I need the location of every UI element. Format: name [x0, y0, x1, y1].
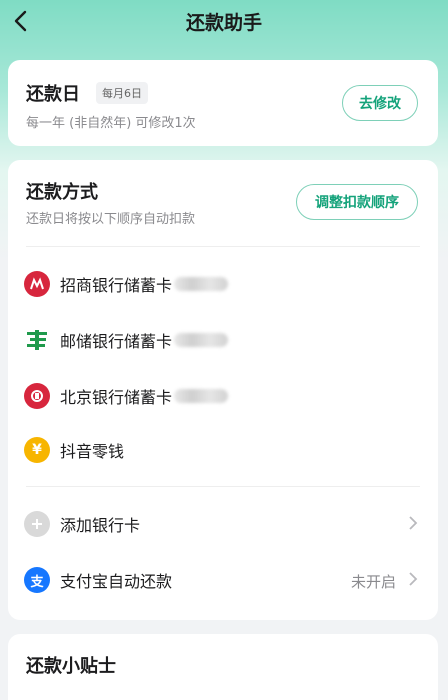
top-bar: 还款助手: [0, 0, 448, 44]
payment-item-cmb[interactable]: 招商银行储蓄卡: [8, 262, 438, 306]
payment-item-label: 邮储银行储蓄卡: [60, 332, 173, 351]
repayment-method-subtitle: 还款日将按以下顺序自动扣款: [26, 212, 196, 227]
bob-bank-icon: [24, 383, 50, 409]
alipay-status: 未开启: [350, 573, 396, 591]
chevron-right-icon: [409, 572, 418, 586]
add-bank-card-label: 添加银行卡: [60, 516, 141, 535]
repayment-tips-card: 还款小贴士: [8, 634, 438, 700]
repayment-method-card: 还款方式 还款日将按以下顺序自动扣款 调整扣款顺序 招商银行储蓄卡 邮储银行储蓄…: [8, 160, 438, 620]
repayment-day-card: 还款日 每月6日 每一年 (非自然年) 可修改1次 去修改: [8, 60, 438, 146]
payment-item-bob[interactable]: 北京银行储蓄卡: [8, 374, 438, 418]
payment-item-psbc[interactable]: 邮储银行储蓄卡: [8, 318, 438, 362]
yuan-coin-icon: ¥: [24, 437, 50, 463]
psbc-bank-icon: [24, 327, 50, 353]
card-number-blurred: [174, 333, 229, 347]
cmb-bank-icon: [24, 271, 50, 297]
repayment-day-badge: 每月6日: [96, 82, 148, 104]
payment-item-label: 北京银行储蓄卡: [60, 388, 173, 407]
repayment-tips-title: 还款小贴士: [26, 656, 116, 677]
payment-item-label: 招商银行储蓄卡: [60, 276, 173, 295]
repayment-day-subtitle: 每一年 (非自然年) 可修改1次: [26, 116, 196, 131]
alipay-icon: 支: [24, 567, 50, 593]
chevron-right-icon: [409, 516, 418, 530]
modify-button[interactable]: 去修改: [342, 85, 418, 121]
repayment-day-title: 还款日: [26, 84, 80, 105]
card-number-blurred: [174, 277, 229, 291]
repayment-method-title: 还款方式: [26, 182, 98, 203]
add-bank-card-row[interactable]: 添加银行卡: [8, 502, 438, 546]
divider: [26, 246, 420, 247]
plus-icon: [24, 511, 50, 537]
payment-item-label: 抖音零钱: [60, 442, 125, 461]
divider: [26, 486, 420, 487]
adjust-order-button[interactable]: 调整扣款顺序: [296, 184, 418, 220]
payment-item-douyin-wallet[interactable]: ¥ 抖音零钱: [8, 428, 438, 472]
alipay-autopay-row[interactable]: 支 支付宝自动还款 未开启: [8, 558, 438, 602]
page-title: 还款助手: [185, 12, 262, 34]
alipay-autopay-label: 支付宝自动还款: [60, 572, 173, 591]
card-number-blurred: [174, 389, 229, 403]
